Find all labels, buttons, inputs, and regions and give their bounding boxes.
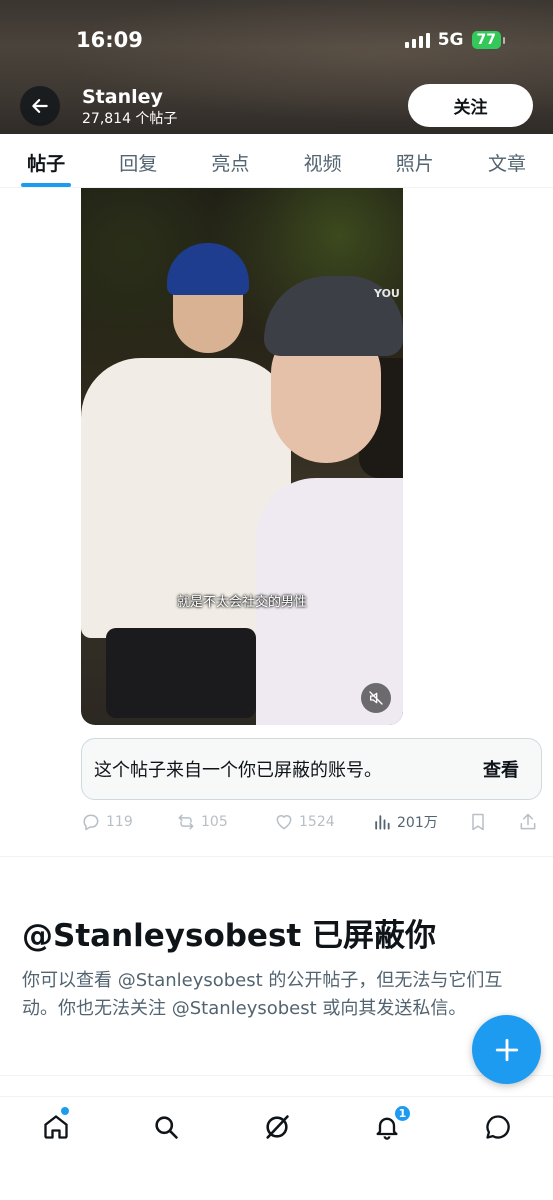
bookmark-button[interactable]	[468, 812, 488, 832]
plus-icon	[495, 1038, 518, 1061]
home-icon	[44, 1115, 68, 1139]
post-count: 27,814 个帖子	[82, 111, 178, 127]
status-time: 16:09	[76, 28, 143, 52]
back-button[interactable]	[20, 86, 60, 126]
profile-name: Stanley	[82, 86, 163, 108]
bottom-navigation: 1	[0, 1096, 553, 1200]
grok-icon	[266, 1115, 289, 1139]
repost-count: 105	[201, 814, 228, 830]
tab-replies[interactable]: 回复	[92, 134, 184, 187]
profile-header: 16:09 5G 77 Stanley 27,814 个帖子 关注	[0, 0, 553, 134]
helmet-brand-text: YOU	[374, 287, 400, 300]
share-icon	[520, 813, 536, 830]
signal-icon	[404, 32, 430, 48]
nav-messages[interactable]	[482, 1111, 514, 1143]
bookmark-icon	[472, 813, 484, 831]
post-actions: 119 105 1524 201万	[81, 808, 543, 836]
blocked-post-notice: 这个帖子来自一个你已屏蔽的账号。 查看	[81, 738, 542, 800]
tab-videos[interactable]: 视频	[277, 134, 369, 187]
view-button[interactable]: 查看	[483, 756, 519, 782]
notification-badge: 1	[393, 1104, 412, 1123]
follow-button[interactable]: 关注	[408, 84, 533, 127]
search-icon	[155, 1116, 178, 1139]
tab-posts[interactable]: 帖子	[0, 134, 92, 187]
mute-icon	[369, 691, 383, 705]
tab-highlights[interactable]: 亮点	[184, 134, 276, 187]
views-button[interactable]: 201万	[372, 812, 438, 832]
like-icon	[276, 815, 292, 830]
like-button[interactable]: 1524	[274, 812, 335, 832]
nav-search[interactable]	[150, 1111, 182, 1143]
view-count: 201万	[397, 815, 438, 831]
tab-articles[interactable]: 文章	[461, 134, 553, 187]
reply-count: 119	[106, 814, 133, 830]
tab-photos[interactable]: 照片	[369, 134, 461, 187]
profile-tabs: 帖子 回复 亮点 视频 照片 文章	[0, 134, 553, 188]
battery-icon: 77	[471, 31, 506, 49]
nav-home[interactable]	[40, 1111, 72, 1143]
repost-button[interactable]: 105	[176, 812, 228, 832]
mute-button[interactable]	[361, 683, 391, 713]
video-subtitle: 就是不太会社交的男性	[176, 595, 307, 610]
network-label: 5G	[437, 30, 464, 50]
reply-icon	[83, 814, 99, 831]
status-indicators: 5G 77	[404, 30, 506, 50]
repost-icon	[178, 814, 194, 830]
video-person-left-shorts	[106, 628, 256, 718]
section-divider	[0, 856, 553, 857]
views-icon	[375, 815, 390, 830]
arrow-left-icon	[32, 99, 48, 113]
section-divider	[0, 1075, 553, 1076]
like-count: 1524	[299, 814, 335, 830]
compose-button[interactable]	[472, 1015, 541, 1084]
blocked-description: 你可以查看 @Stanleysobest 的公开帖子，但无法与它们互动。你也无法…	[22, 970, 503, 1019]
notice-text: 这个帖子来自一个你已屏蔽的账号。	[94, 760, 382, 781]
nav-grok[interactable]	[261, 1111, 293, 1143]
blocked-title: @Stanleysobest 已屏蔽你	[22, 918, 437, 954]
reply-button[interactable]: 119	[81, 812, 133, 832]
message-icon	[486, 1115, 510, 1139]
share-button[interactable]	[518, 812, 538, 832]
post-video[interactable]: YOU 就是不太会社交的男性	[81, 188, 403, 725]
home-unread-dot	[61, 1107, 69, 1115]
